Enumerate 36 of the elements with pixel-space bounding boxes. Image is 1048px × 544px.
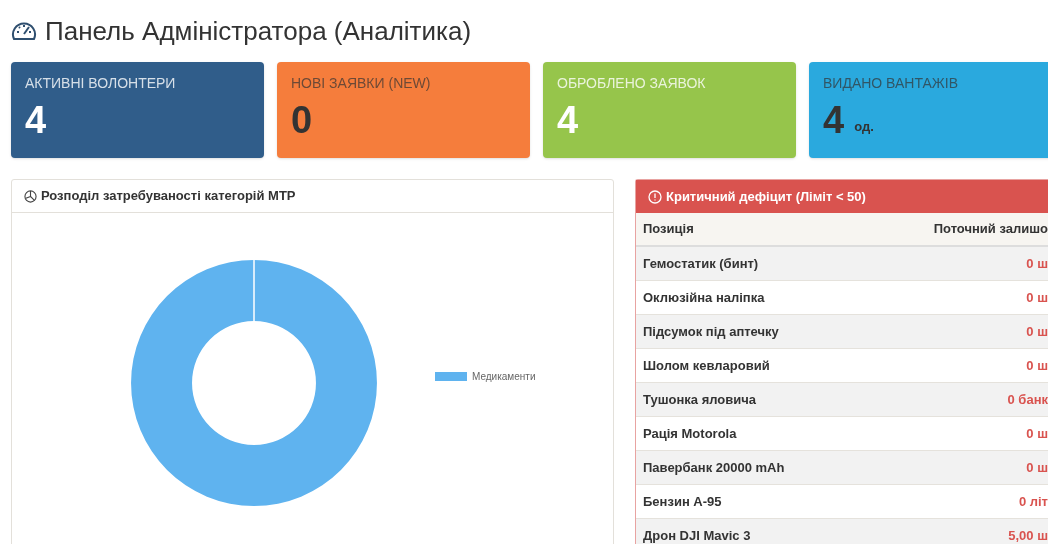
column-header: Поточний залишо: [933, 220, 1048, 239]
panel-title: Критичний дефіцит (Ліміт < 50): [666, 187, 866, 206]
stat-value: 0: [291, 98, 313, 142]
pie-chart-icon: [24, 189, 37, 203]
table-cell-text: 0 ш: [1026, 458, 1048, 477]
column-header: Позиція: [642, 220, 694, 239]
stat-value: 4: [25, 98, 47, 142]
stat-label: ОБРОБЛЕНО ЗАЯВОК: [557, 74, 707, 92]
panel-title: Розподіл затребуваності категорій МТР: [41, 187, 296, 206]
table-cell-text: Гемостатик (бинт): [642, 254, 759, 273]
table-cell-text: Тушонка яловича: [642, 390, 757, 409]
table-cell-text: 0 ш: [1026, 254, 1048, 273]
page-title: Панель Адміністратора (Аналітика): [45, 18, 472, 44]
warning-icon: [648, 189, 662, 204]
gauge-icon: [11, 20, 37, 42]
table-cell-text: Підсумок під аптечку: [642, 322, 779, 341]
table-cell-text: 0 ш: [1026, 288, 1048, 307]
stat-value: 4: [557, 98, 579, 142]
table-cell-text: Шолом кевларовий: [642, 356, 770, 375]
stat-label: НОВІ ЗАЯВКИ (NEW): [291, 74, 432, 92]
stat-unit: од.: [854, 117, 874, 136]
table-cell-text: Дрон DJI Mavic 3: [642, 526, 751, 544]
table-cell-text: Рація Motorola: [642, 424, 737, 443]
table-cell-text: 5,00 ш: [1008, 526, 1048, 544]
stat-label: ВИДАНО ВАНТАЖІВ: [823, 74, 959, 92]
table-cell-text: 0 ш: [1026, 322, 1048, 341]
table-cell-text: 0 ш: [1026, 424, 1048, 443]
table-cell-text: Оклюзійна наліпка: [642, 288, 765, 307]
legend-label: Медикаменти: [472, 370, 536, 384]
table-cell-text: 0 ш: [1026, 356, 1048, 375]
table-cell-text: Бензин А-95: [642, 492, 722, 511]
stat-value: 4: [823, 98, 845, 142]
table-cell-text: Павербанк 20000 mAh: [642, 458, 785, 477]
stat-label: АКТИВНІ ВОЛОНТЕРИ: [25, 74, 177, 92]
table-cell-text: 0 банк: [1007, 390, 1048, 409]
table-cell-text: 0 літ: [1018, 492, 1048, 511]
